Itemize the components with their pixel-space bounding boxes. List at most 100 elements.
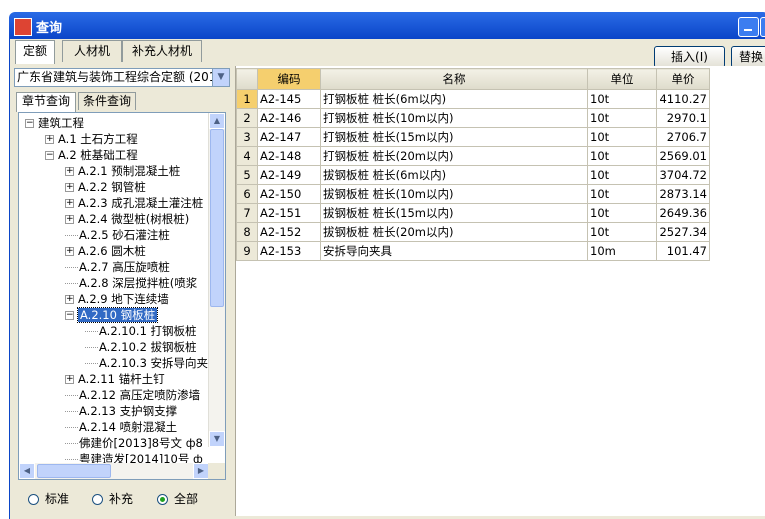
cell-price[interactable]: 2970.1 — [656, 108, 710, 128]
expand-icon[interactable]: + — [45, 135, 54, 144]
quota-library-select[interactable]: 广东省建筑与装饰工程综合定额 (201 ▼ — [14, 68, 230, 87]
cell-unit[interactable]: 10t — [587, 184, 657, 204]
cell-unit[interactable]: 10t — [587, 127, 657, 147]
cell-code[interactable]: A2-148 — [257, 146, 321, 166]
replace-button[interactable]: 替换 — [731, 46, 765, 68]
minimize-button[interactable] — [738, 17, 759, 37]
scroll-down-icon[interactable]: ▼ — [209, 431, 225, 447]
cell-code[interactable]: A2-145 — [257, 89, 321, 109]
tree-node[interactable]: + A.2.11 锚杆土钉 — [65, 371, 165, 387]
cell-price[interactable]: 2569.01 — [656, 146, 710, 166]
chevron-down-icon[interactable]: ▼ — [212, 69, 229, 86]
column-header-price[interactable]: 单价 — [656, 68, 710, 90]
radio-standard[interactable]: 标准 — [28, 490, 69, 507]
tree-node[interactable]: A.2.14 喷射混凝土 — [65, 419, 177, 435]
cell-name[interactable]: 打钢板桩 桩长(20m以内) — [320, 146, 588, 166]
cell-name[interactable]: 安拆导向夹具 — [320, 241, 588, 261]
cell-name[interactable]: 拔钢板桩 桩长(20m以内) — [320, 222, 588, 242]
tree-node[interactable]: A.2.10.2 拔钢板桩 — [85, 339, 197, 355]
expand-icon[interactable]: + — [65, 295, 74, 304]
cell-price[interactable]: 2649.36 — [656, 203, 710, 223]
insert-button[interactable]: 插入(I) — [654, 46, 725, 68]
cell-unit[interactable]: 10t — [587, 203, 657, 223]
scroll-thumb[interactable] — [37, 464, 111, 478]
column-header-code[interactable]: 编码 — [257, 68, 321, 90]
table-row[interactable]: 1 A2-145 打钢板桩 桩长(6m以内) 10t 4110.27 — [236, 89, 710, 109]
table-row[interactable]: 7 A2-151 拔钢板桩 桩长(15m以内) 10t 2649.36 — [236, 203, 710, 223]
tab-condition-search[interactable]: 条件查询 — [78, 92, 136, 110]
cell-code[interactable]: A2-147 — [257, 127, 321, 147]
cell-unit[interactable]: 10t — [587, 146, 657, 166]
tree-node[interactable]: + A.2.1 预制混凝土桩 — [65, 163, 180, 179]
maximize-button[interactable] — [760, 17, 765, 37]
tree-node[interactable]: + A.2.4 微型桩(树根桩) — [65, 211, 189, 227]
cell-name[interactable]: 拔钢板桩 桩长(10m以内) — [320, 184, 588, 204]
radio-supplementary[interactable]: 补充 — [92, 490, 133, 507]
cell-name[interactable]: 拔钢板桩 桩长(15m以内) — [320, 203, 588, 223]
cell-name[interactable]: 打钢板桩 桩长(10m以内) — [320, 108, 588, 128]
table-row[interactable]: 4 A2-148 打钢板桩 桩长(20m以内) 10t 2569.01 — [236, 146, 710, 166]
tree-node[interactable]: A.2.10.3 安拆导向夹 — [85, 355, 208, 371]
table-row[interactable]: 3 A2-147 打钢板桩 桩长(15m以内) 10t 2706.7 — [236, 127, 710, 147]
cell-unit[interactable]: 10t — [587, 108, 657, 128]
radio-checked-icon[interactable] — [157, 494, 168, 505]
expand-icon[interactable]: + — [65, 199, 74, 208]
cell-price[interactable]: 2706.7 — [656, 127, 710, 147]
cell-price[interactable]: 101.47 — [656, 241, 710, 261]
expand-icon[interactable]: + — [65, 183, 74, 192]
tree-node[interactable]: 佛建价[2013]8号文 ф8 — [65, 435, 203, 451]
cell-price[interactable]: 2873.14 — [656, 184, 710, 204]
tree-node[interactable]: A.2.13 支护钢支撑 — [65, 403, 177, 419]
collapse-icon[interactable]: − — [25, 119, 34, 128]
tab-supplementary-lmm[interactable]: 补充人材机 — [122, 40, 202, 62]
tab-labor-material-machine[interactable]: 人材机 — [62, 40, 122, 62]
cell-unit[interactable]: 10t — [587, 165, 657, 185]
tree-node[interactable]: + A.2.3 成孔混凝土灌注桩 — [65, 195, 203, 211]
tree-node[interactable]: − A.2 桩基础工程 — [45, 147, 138, 163]
table-row[interactable]: 6 A2-150 拔钢板桩 桩长(10m以内) 10t 2873.14 — [236, 184, 710, 204]
cell-price[interactable]: 2527.34 — [656, 222, 710, 242]
expand-icon[interactable]: + — [65, 167, 74, 176]
cell-code[interactable]: A2-146 — [257, 108, 321, 128]
tree-node[interactable]: − 建筑工程 — [25, 115, 84, 131]
cell-price[interactable]: 3704.72 — [656, 165, 710, 185]
scroll-up-icon[interactable]: ▲ — [209, 113, 225, 129]
scroll-thumb[interactable] — [210, 129, 224, 307]
tab-chapter-search[interactable]: 章节查询 — [16, 92, 76, 112]
tree-node[interactable]: + A.2.6 圆木桩 — [65, 243, 146, 259]
cell-unit[interactable]: 10t — [587, 222, 657, 242]
tree-node[interactable]: A.2.5 砂石灌注桩 — [65, 227, 170, 243]
tree-node[interactable]: A.2.7 高压旋喷桩 — [65, 259, 170, 275]
tree-vertical-scrollbar[interactable]: ▲ ▼ — [208, 113, 225, 447]
table-row[interactable]: 8 A2-152 拔钢板桩 桩长(20m以内) 10t 2527.34 — [236, 222, 710, 242]
cell-name[interactable]: 拔钢板桩 桩长(6m以内) — [320, 165, 588, 185]
table-row[interactable]: 5 A2-149 拔钢板桩 桩长(6m以内) 10t 3704.72 — [236, 165, 710, 185]
expand-icon[interactable]: + — [65, 375, 74, 384]
cell-code[interactable]: A2-149 — [257, 165, 321, 185]
table-row[interactable]: 2 A2-146 打钢板桩 桩长(10m以内) 10t 2970.1 — [236, 108, 710, 128]
scroll-right-icon[interactable]: ▶ — [193, 463, 209, 479]
cell-unit[interactable]: 10m — [587, 241, 657, 261]
radio-all[interactable]: 全部 — [157, 490, 198, 507]
tree-node[interactable]: + A.2.9 地下连续墙 — [65, 291, 169, 307]
expand-icon[interactable]: + — [65, 215, 74, 224]
cell-name[interactable]: 打钢板桩 桩长(6m以内) — [320, 89, 588, 109]
expand-icon[interactable]: + — [65, 247, 74, 256]
cell-unit[interactable]: 10t — [587, 89, 657, 109]
cell-price[interactable]: 4110.27 — [656, 89, 710, 109]
column-header-unit[interactable]: 单位 — [587, 68, 657, 90]
tree-node[interactable]: A.2.8 深层搅拌桩(喷浆 — [65, 275, 197, 291]
tree-node[interactable]: + A.1 土石方工程 — [45, 131, 138, 147]
cell-code[interactable]: A2-152 — [257, 222, 321, 242]
tree-node-selected[interactable]: − A.2.10 钢板桩 — [65, 307, 159, 323]
collapse-icon[interactable]: − — [65, 311, 74, 320]
tree-node[interactable]: A.2.12 高压定喷防渗墙 — [65, 387, 200, 403]
cell-code[interactable]: A2-153 — [257, 241, 321, 261]
tree-horizontal-scrollbar[interactable]: ◀ ▶ — [19, 463, 209, 479]
collapse-icon[interactable]: − — [45, 151, 54, 160]
tree-node[interactable]: A.2.10.1 打钢板桩 — [85, 323, 197, 339]
cell-name[interactable]: 打钢板桩 桩长(15m以内) — [320, 127, 588, 147]
cell-code[interactable]: A2-151 — [257, 203, 321, 223]
column-header-name[interactable]: 名称 — [320, 68, 588, 90]
radio-icon[interactable] — [28, 494, 39, 505]
